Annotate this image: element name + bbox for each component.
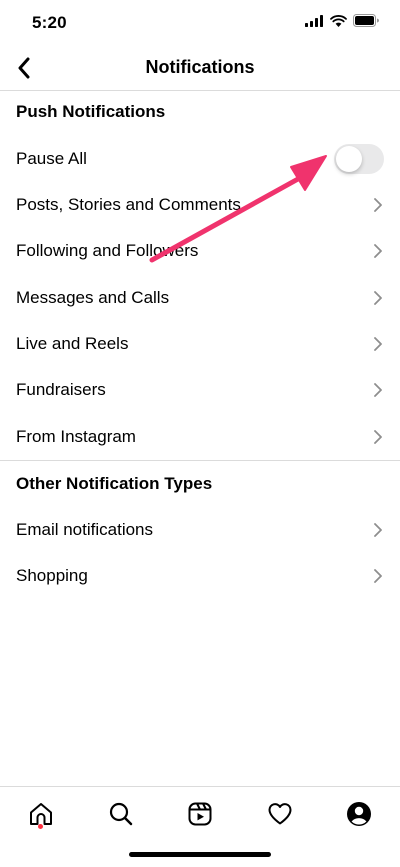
chevron-right-icon (374, 198, 382, 212)
search-icon (109, 802, 133, 826)
chevron-right-icon (374, 569, 382, 583)
tab-profile[interactable] (339, 797, 379, 831)
tab-reels[interactable] (180, 797, 220, 831)
status-time: 5:20 (32, 13, 67, 32)
settings-row-from-instagram[interactable]: From Instagram (0, 414, 400, 460)
row-label: Live and Reels (16, 334, 129, 353)
section-title-push: Push Notifications (16, 102, 166, 121)
section-title-other: Other Notification Types (16, 474, 213, 493)
chevron-right-icon (374, 430, 382, 444)
nav-header: Notifications (0, 46, 400, 90)
pause-all-label: Pause All (16, 149, 87, 168)
settings-row-email-notifications[interactable]: Email notifications (0, 507, 400, 553)
settings-row-posts-stories-comments[interactable]: Posts, Stories and Comments (0, 182, 400, 228)
status-icons (305, 14, 380, 32)
row-label: Following and Followers (16, 241, 199, 260)
battery-icon (353, 14, 380, 32)
row-label: Fundraisers (16, 380, 106, 399)
notification-dot (38, 824, 43, 829)
page-title: Notifications (145, 57, 255, 77)
pause-all-toggle[interactable] (334, 144, 384, 174)
chevron-right-icon (374, 244, 382, 258)
row-label: Messages and Calls (16, 288, 170, 307)
heart-icon (268, 803, 292, 825)
signal-icon (305, 14, 324, 32)
row-label: From Instagram (16, 427, 136, 446)
toggle-knob (336, 146, 362, 172)
chevron-right-icon (374, 523, 382, 537)
row-label: Posts, Stories and Comments (16, 195, 241, 214)
settings-row-live-reels[interactable]: Live and Reels (0, 321, 400, 367)
tab-search[interactable] (101, 797, 141, 831)
pause-all-row: Pause All (0, 136, 400, 182)
row-label: Shopping (16, 566, 88, 585)
chevron-right-icon (374, 337, 382, 351)
wifi-icon (330, 14, 347, 32)
header-divider (0, 90, 400, 91)
section-divider (0, 460, 400, 461)
tab-activity[interactable] (260, 797, 300, 831)
reels-icon (188, 802, 212, 826)
status-bar: 5:20 (0, 0, 400, 46)
row-label: Email notifications (16, 520, 154, 539)
chevron-right-icon (374, 383, 382, 397)
settings-row-following-followers[interactable]: Following and Followers (0, 228, 400, 274)
home-indicator (129, 852, 271, 857)
settings-row-fundraisers[interactable]: Fundraisers (0, 367, 400, 413)
chevron-right-icon (374, 291, 382, 305)
profile-icon (347, 802, 371, 826)
settings-row-messages-calls[interactable]: Messages and Calls (0, 275, 400, 321)
settings-row-shopping[interactable]: Shopping (0, 553, 400, 599)
